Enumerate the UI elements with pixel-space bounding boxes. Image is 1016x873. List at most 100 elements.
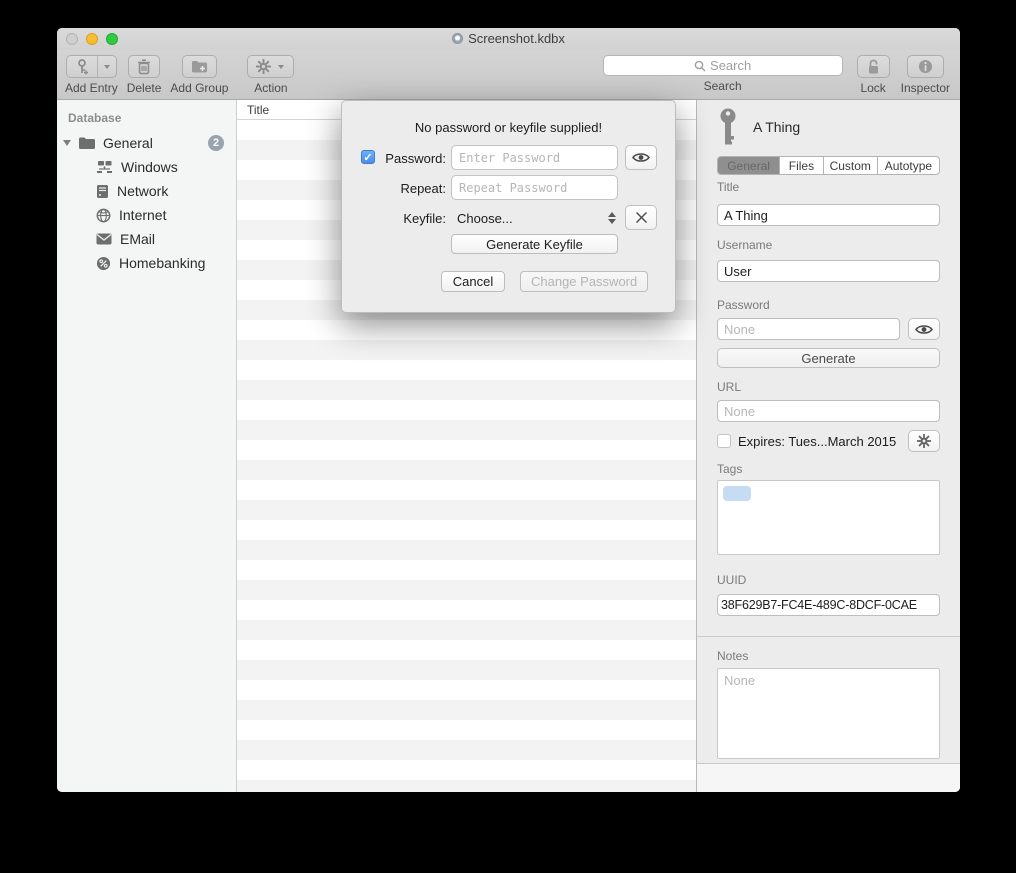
disclosure-triangle-icon[interactable] <box>63 140 71 146</box>
chevron-down-icon <box>277 64 285 70</box>
uuid-field-label: UUID <box>717 573 940 585</box>
tab-custom[interactable]: Custom <box>824 157 878 174</box>
keyfile-popup[interactable]: Choose... <box>451 206 618 230</box>
username-field-label: Username <box>717 238 940 250</box>
tab-files[interactable]: Files <box>780 157 824 174</box>
envelope-icon <box>96 233 112 245</box>
eye-icon <box>915 324 933 335</box>
titlebar: Screenshot.kdbx <box>57 28 960 50</box>
sidebar-item-email[interactable]: EMail <box>57 227 236 251</box>
folder-icon <box>78 136 96 150</box>
action-label: Action <box>254 81 287 95</box>
notes-field-label: Notes <box>717 649 940 661</box>
lock-label: Lock <box>860 81 885 95</box>
trash-icon <box>137 59 151 75</box>
url-field[interactable] <box>717 400 940 422</box>
tab-autotype[interactable]: Autotype <box>878 157 939 174</box>
dialog-message: No password or keyfile supplied! <box>342 120 675 135</box>
inspector-footer <box>697 763 960 792</box>
generate-password-button[interactable]: Generate <box>717 348 940 368</box>
inspector-button[interactable] <box>907 55 944 78</box>
sidebar-item-internet[interactable]: Internet <box>57 203 236 227</box>
keyfile-clear-button[interactable] <box>625 205 657 230</box>
search-placeholder: Search <box>710 58 751 73</box>
gear-icon <box>256 59 271 74</box>
sidebar-item-label: Network <box>117 183 168 199</box>
expires-checkbox[interactable] <box>717 434 731 448</box>
sidebar: Database General 2 Windows Network Inter… <box>57 100 237 792</box>
add-entry-button[interactable] <box>66 55 117 78</box>
server-icon <box>96 184 109 199</box>
sidebar-item-network[interactable]: Network <box>57 179 236 203</box>
add-group-button[interactable] <box>182 55 217 78</box>
inspector-panel: A Thing General Files Custom Autotype Ti… <box>696 100 960 792</box>
action-button[interactable] <box>247 55 294 78</box>
reveal-password-button[interactable] <box>908 318 940 340</box>
folder-plus-icon <box>191 59 208 74</box>
entry-count-badge: 2 <box>208 135 224 151</box>
windows-icon <box>96 160 113 174</box>
dialog-keyfile-label: Keyfile: <box>346 211 446 226</box>
title-field-label: Title <box>717 180 940 192</box>
cancel-button[interactable]: Cancel <box>441 271 505 292</box>
inspector-icon <box>918 59 933 74</box>
stepper-icon <box>608 212 618 224</box>
delete-button[interactable] <box>128 55 160 78</box>
dialog-reveal-button[interactable] <box>625 145 657 170</box>
dialog-password-input[interactable] <box>451 145 618 170</box>
window-title: Screenshot.kdbx <box>57 31 960 46</box>
title-field[interactable] <box>717 204 940 226</box>
password-field-label: Password <box>717 298 940 310</box>
sidebar-item-label: Homebanking <box>119 255 205 271</box>
delete-label: Delete <box>127 81 162 95</box>
add-entry-dropdown[interactable] <box>97 56 116 77</box>
entry-title: A Thing <box>753 119 800 135</box>
notes-placeholder: None <box>718 669 939 692</box>
tag-pill[interactable] <box>723 486 751 501</box>
key-icon <box>717 108 739 146</box>
inspector-label: Inspector <box>901 81 950 95</box>
add-entry-label: Add Entry <box>65 81 118 95</box>
add-group-label: Add Group <box>170 81 228 95</box>
dialog-repeat-label: Repeat: <box>346 181 446 196</box>
sidebar-item-label: General <box>103 135 153 151</box>
generate-keyfile-button[interactable]: Generate Keyfile <box>451 234 618 254</box>
toolbar: Add Entry Delete Add Group Action S <box>57 50 960 100</box>
eye-icon <box>632 152 650 163</box>
password-field[interactable] <box>717 318 900 340</box>
add-entry-icon[interactable] <box>67 56 97 77</box>
sidebar-section-header: Database <box>68 111 236 125</box>
gear-icon <box>917 434 931 448</box>
sidebar-item-label: Internet <box>119 207 166 223</box>
sidebar-item-windows[interactable]: Windows <box>57 155 236 179</box>
sidebar-item-general[interactable]: General 2 <box>57 131 236 155</box>
expires-label: Expires: Tues...March 2015 <box>738 434 896 449</box>
keyfile-popup-value: Choose... <box>457 211 513 226</box>
tab-general[interactable]: General <box>718 157 780 174</box>
url-field-label: URL <box>717 380 940 392</box>
tags-field-label: Tags <box>717 462 940 474</box>
sidebar-item-homebanking[interactable]: Homebanking <box>57 251 236 275</box>
notes-field[interactable]: None <box>717 668 940 759</box>
globe-icon <box>96 208 111 223</box>
sidebar-item-label: EMail <box>120 231 155 247</box>
search-label: Search <box>704 79 742 93</box>
lock-icon <box>867 59 880 75</box>
change-password-button[interactable]: Change Password <box>520 271 648 292</box>
percent-circle-icon <box>96 256 111 271</box>
lock-button[interactable] <box>857 55 890 78</box>
inspector-tabs: General Files Custom Autotype <box>717 156 940 175</box>
search-icon <box>694 60 706 72</box>
tags-box[interactable] <box>717 480 940 555</box>
x-icon <box>635 211 648 224</box>
app-window: Screenshot.kdbx Add Entry Delete <box>57 28 960 792</box>
search-input[interactable]: Search <box>603 55 843 76</box>
section-divider <box>697 636 960 637</box>
username-field[interactable] <box>717 260 940 282</box>
change-password-dialog: No password or keyfile supplied! ✓ Passw… <box>341 100 676 313</box>
uuid-field[interactable] <box>717 594 940 616</box>
expires-options-button[interactable] <box>908 430 940 452</box>
sidebar-item-label: Windows <box>121 159 178 175</box>
document-proxy-icon <box>452 33 463 44</box>
dialog-repeat-input[interactable] <box>451 175 618 200</box>
